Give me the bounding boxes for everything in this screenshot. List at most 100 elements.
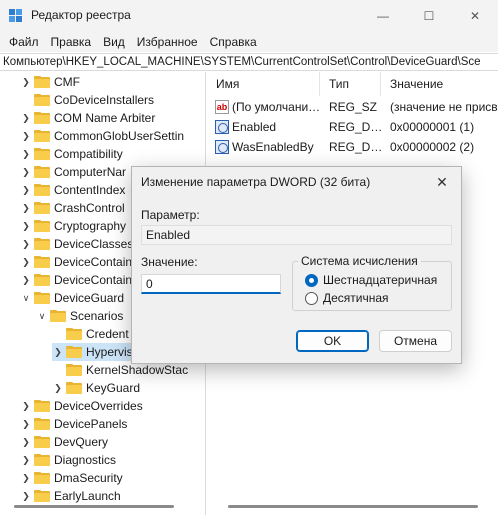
close-icon: ✕ xyxy=(469,9,481,23)
registry-editor-icon xyxy=(9,9,22,22)
chevron-down-icon[interactable]: ∨ xyxy=(36,307,48,325)
chevron-right-icon[interactable] xyxy=(52,361,64,379)
menu-favorites[interactable]: Избранное xyxy=(131,35,204,49)
address-bar[interactable]: Компьютер\HKEY_LOCAL_MACHINE\SYSTEM\Curr… xyxy=(0,53,498,71)
close-button[interactable]: ✕ xyxy=(452,0,498,32)
menu-file[interactable]: Файл xyxy=(3,35,45,49)
tree-item[interactable]: ❯ CommonGlobUserSettin xyxy=(20,127,184,145)
tree-item-label: DevicePanels xyxy=(54,417,128,431)
string-value-icon: ab xyxy=(215,100,229,114)
folder-icon xyxy=(66,364,82,376)
chevron-right-icon[interactable]: ❯ xyxy=(20,109,32,127)
tree-item[interactable]: ❯ DeviceOverrides xyxy=(20,397,142,415)
chevron-right-icon[interactable]: ❯ xyxy=(20,451,32,469)
menu-view[interactable]: Вид xyxy=(97,35,131,49)
chevron-right-icon[interactable]: ❯ xyxy=(20,199,32,217)
dword-value-icon xyxy=(215,140,229,154)
window-title: Редактор реестра xyxy=(31,8,131,22)
tree-item[interactable]: Credent xyxy=(52,325,129,343)
list-row[interactable]: ab (По умолчани… REG_SZ (значение не при… xyxy=(207,97,498,117)
folder-icon xyxy=(34,274,50,286)
tree-item-label: DeviceContain xyxy=(54,255,133,269)
tree-item[interactable]: ❯ CrashControl xyxy=(20,199,124,217)
chevron-right-icon[interactable] xyxy=(20,91,32,109)
radio-hexadecimal[interactable]: Шестнадцатеричная xyxy=(305,272,437,288)
tree-item-label: Cryptography xyxy=(54,219,127,233)
ok-button[interactable]: OK xyxy=(296,330,369,352)
tree-item[interactable]: CoDeviceInstallers xyxy=(20,91,154,109)
tree-item[interactable]: ❯ COM Name Arbiter xyxy=(20,109,155,127)
chevron-right-icon[interactable]: ❯ xyxy=(20,235,32,253)
tree-item[interactable]: ∨ Scenarios xyxy=(36,307,124,325)
tree-item-label: ContentIndex xyxy=(54,183,126,197)
chevron-right-icon[interactable]: ❯ xyxy=(20,181,32,199)
chevron-right-icon[interactable]: ❯ xyxy=(20,145,32,163)
list-horizontal-scrollbar[interactable] xyxy=(228,505,478,508)
tree-item[interactable]: ❯ DeviceClasses xyxy=(20,235,133,253)
chevron-right-icon[interactable]: ❯ xyxy=(20,73,32,91)
value-name: WasEnabledBy xyxy=(232,140,314,154)
chevron-right-icon[interactable]: ❯ xyxy=(20,127,32,145)
column-header-value[interactable]: Значение xyxy=(381,72,498,96)
tree-item[interactable]: ❯ Diagnostics xyxy=(20,451,116,469)
chevron-right-icon[interactable]: ❯ xyxy=(20,415,32,433)
folder-icon xyxy=(34,436,50,448)
maximize-button[interactable]: ☐ xyxy=(406,0,452,32)
value-name: Enabled xyxy=(232,120,277,134)
tree-item[interactable]: ❯ DmaSecurity xyxy=(20,469,122,487)
tree-item[interactable]: ❯ DeviceContain xyxy=(20,253,132,271)
tree-item[interactable]: ∨ DeviceGuard xyxy=(20,289,124,307)
column-header-type[interactable]: Тип xyxy=(320,72,381,96)
value-input[interactable] xyxy=(141,274,281,294)
radio-decimal[interactable]: Десятичная xyxy=(305,290,389,306)
folder-icon xyxy=(66,346,82,358)
tree-item[interactable]: ❯ DevicePanels xyxy=(20,415,127,433)
chevron-right-icon[interactable]: ❯ xyxy=(20,433,32,451)
folder-icon xyxy=(34,418,50,430)
list-row[interactable]: WasEnabledBy REG_D… 0x00000002 (2) xyxy=(207,137,498,157)
chevron-right-icon[interactable]: ❯ xyxy=(20,253,32,271)
value-type: REG_SZ xyxy=(329,100,378,114)
tree-item[interactable]: ❯ CMF xyxy=(20,73,80,91)
tree-item[interactable]: ❯ Compatibility xyxy=(20,145,122,163)
tree-item[interactable]: ❯ DevQuery xyxy=(20,433,108,451)
chevron-right-icon[interactable]: ❯ xyxy=(20,469,32,487)
minimize-button[interactable]: — xyxy=(360,0,406,32)
tree-item[interactable]: ❯ EarlyLaunch xyxy=(20,487,121,505)
radio-unchecked-icon[interactable] xyxy=(305,291,318,305)
folder-icon xyxy=(34,400,50,412)
tree-item[interactable]: ❯ ComputerNar xyxy=(20,163,126,181)
radio-checked-icon[interactable] xyxy=(305,273,318,287)
chevron-down-icon[interactable]: ∨ xyxy=(20,289,32,307)
tree-horizontal-scrollbar[interactable] xyxy=(14,505,174,508)
chevron-right-icon[interactable]: ❯ xyxy=(20,271,32,289)
close-icon: ✕ xyxy=(436,173,448,190)
tree-item[interactable]: ❯ Cryptography xyxy=(20,217,126,235)
chevron-right-icon[interactable] xyxy=(52,325,64,343)
tree-item[interactable]: ❯ DeviceContain xyxy=(20,271,132,289)
chevron-right-icon[interactable]: ❯ xyxy=(20,217,32,235)
tree-item[interactable]: ❯ KeyGuard xyxy=(52,379,140,397)
list-row[interactable]: Enabled REG_D… 0x00000001 (1) xyxy=(207,117,498,137)
radio-hexadecimal-label: Шестнадцатеричная xyxy=(323,273,438,287)
chevron-right-icon[interactable]: ❯ xyxy=(20,487,32,505)
value-data: 0x00000002 (2) xyxy=(390,140,475,154)
chevron-right-icon[interactable]: ❯ xyxy=(20,163,32,181)
folder-icon xyxy=(34,238,50,250)
column-header-name[interactable]: Имя xyxy=(207,72,320,96)
tree-item[interactable]: ❯ ContentIndex xyxy=(20,181,125,199)
value-type: REG_D… xyxy=(329,120,381,134)
tree-item-label: CoDeviceInstallers xyxy=(54,93,155,107)
folder-icon xyxy=(50,310,66,322)
folder-icon xyxy=(34,202,50,214)
chevron-right-icon[interactable]: ❯ xyxy=(20,397,32,415)
menu-help[interactable]: Справка xyxy=(204,35,263,49)
menu-edit[interactable]: Правка xyxy=(45,35,98,49)
folder-icon xyxy=(34,184,50,196)
tree-item-label: DeviceClasses xyxy=(54,237,134,251)
cancel-button[interactable]: Отмена xyxy=(379,330,452,352)
dialog-close-button[interactable]: ✕ xyxy=(429,170,455,194)
chevron-right-icon[interactable]: ❯ xyxy=(52,379,64,397)
folder-icon xyxy=(66,382,82,394)
chevron-right-icon[interactable]: ❯ xyxy=(52,343,64,361)
